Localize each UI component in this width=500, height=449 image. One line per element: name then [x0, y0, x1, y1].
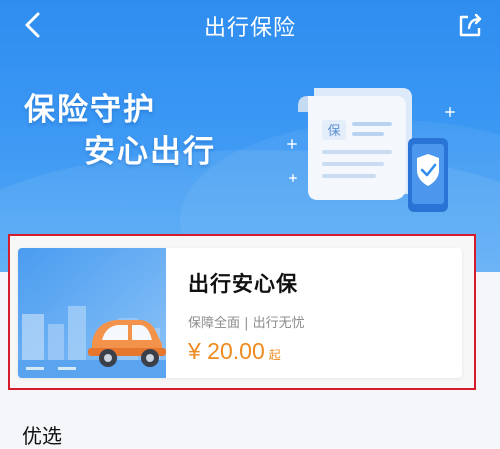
hero-slogan-line1: 保险守护 — [24, 92, 156, 128]
hero-banner: 出行保险 保险守护 安心出行 保 — [0, 0, 500, 272]
price-suffix: 起 — [268, 348, 281, 362]
product-subtitle: 保障全面 | 出行无忧 — [188, 316, 305, 331]
product-title: 出行安心保 — [188, 272, 298, 296]
share-icon — [459, 13, 482, 37]
page-title: 出行保险 — [203, 16, 296, 41]
section-title: 优选 — [22, 424, 62, 448]
share-button[interactable] — [456, 10, 486, 40]
insurance-document-illustration: 保 — [287, 88, 455, 212]
hero-slogan-line2: 安心出行 — [84, 134, 216, 170]
car-illustration — [18, 248, 166, 378]
product-card-highlight: 出行安心保 保障全面 | 出行无忧 ¥ 20.00 起 — [8, 234, 476, 390]
product-price: ¥ 20.00 起 — [188, 338, 281, 365]
navigation-bar: 出行保险 — [0, 0, 500, 52]
product-image — [18, 248, 166, 378]
price-value: ¥ 20.00 — [188, 338, 265, 364]
product-card[interactable]: 出行安心保 保障全面 | 出行无忧 ¥ 20.00 起 — [18, 248, 462, 378]
document-badge-text: 保 — [327, 124, 340, 139]
